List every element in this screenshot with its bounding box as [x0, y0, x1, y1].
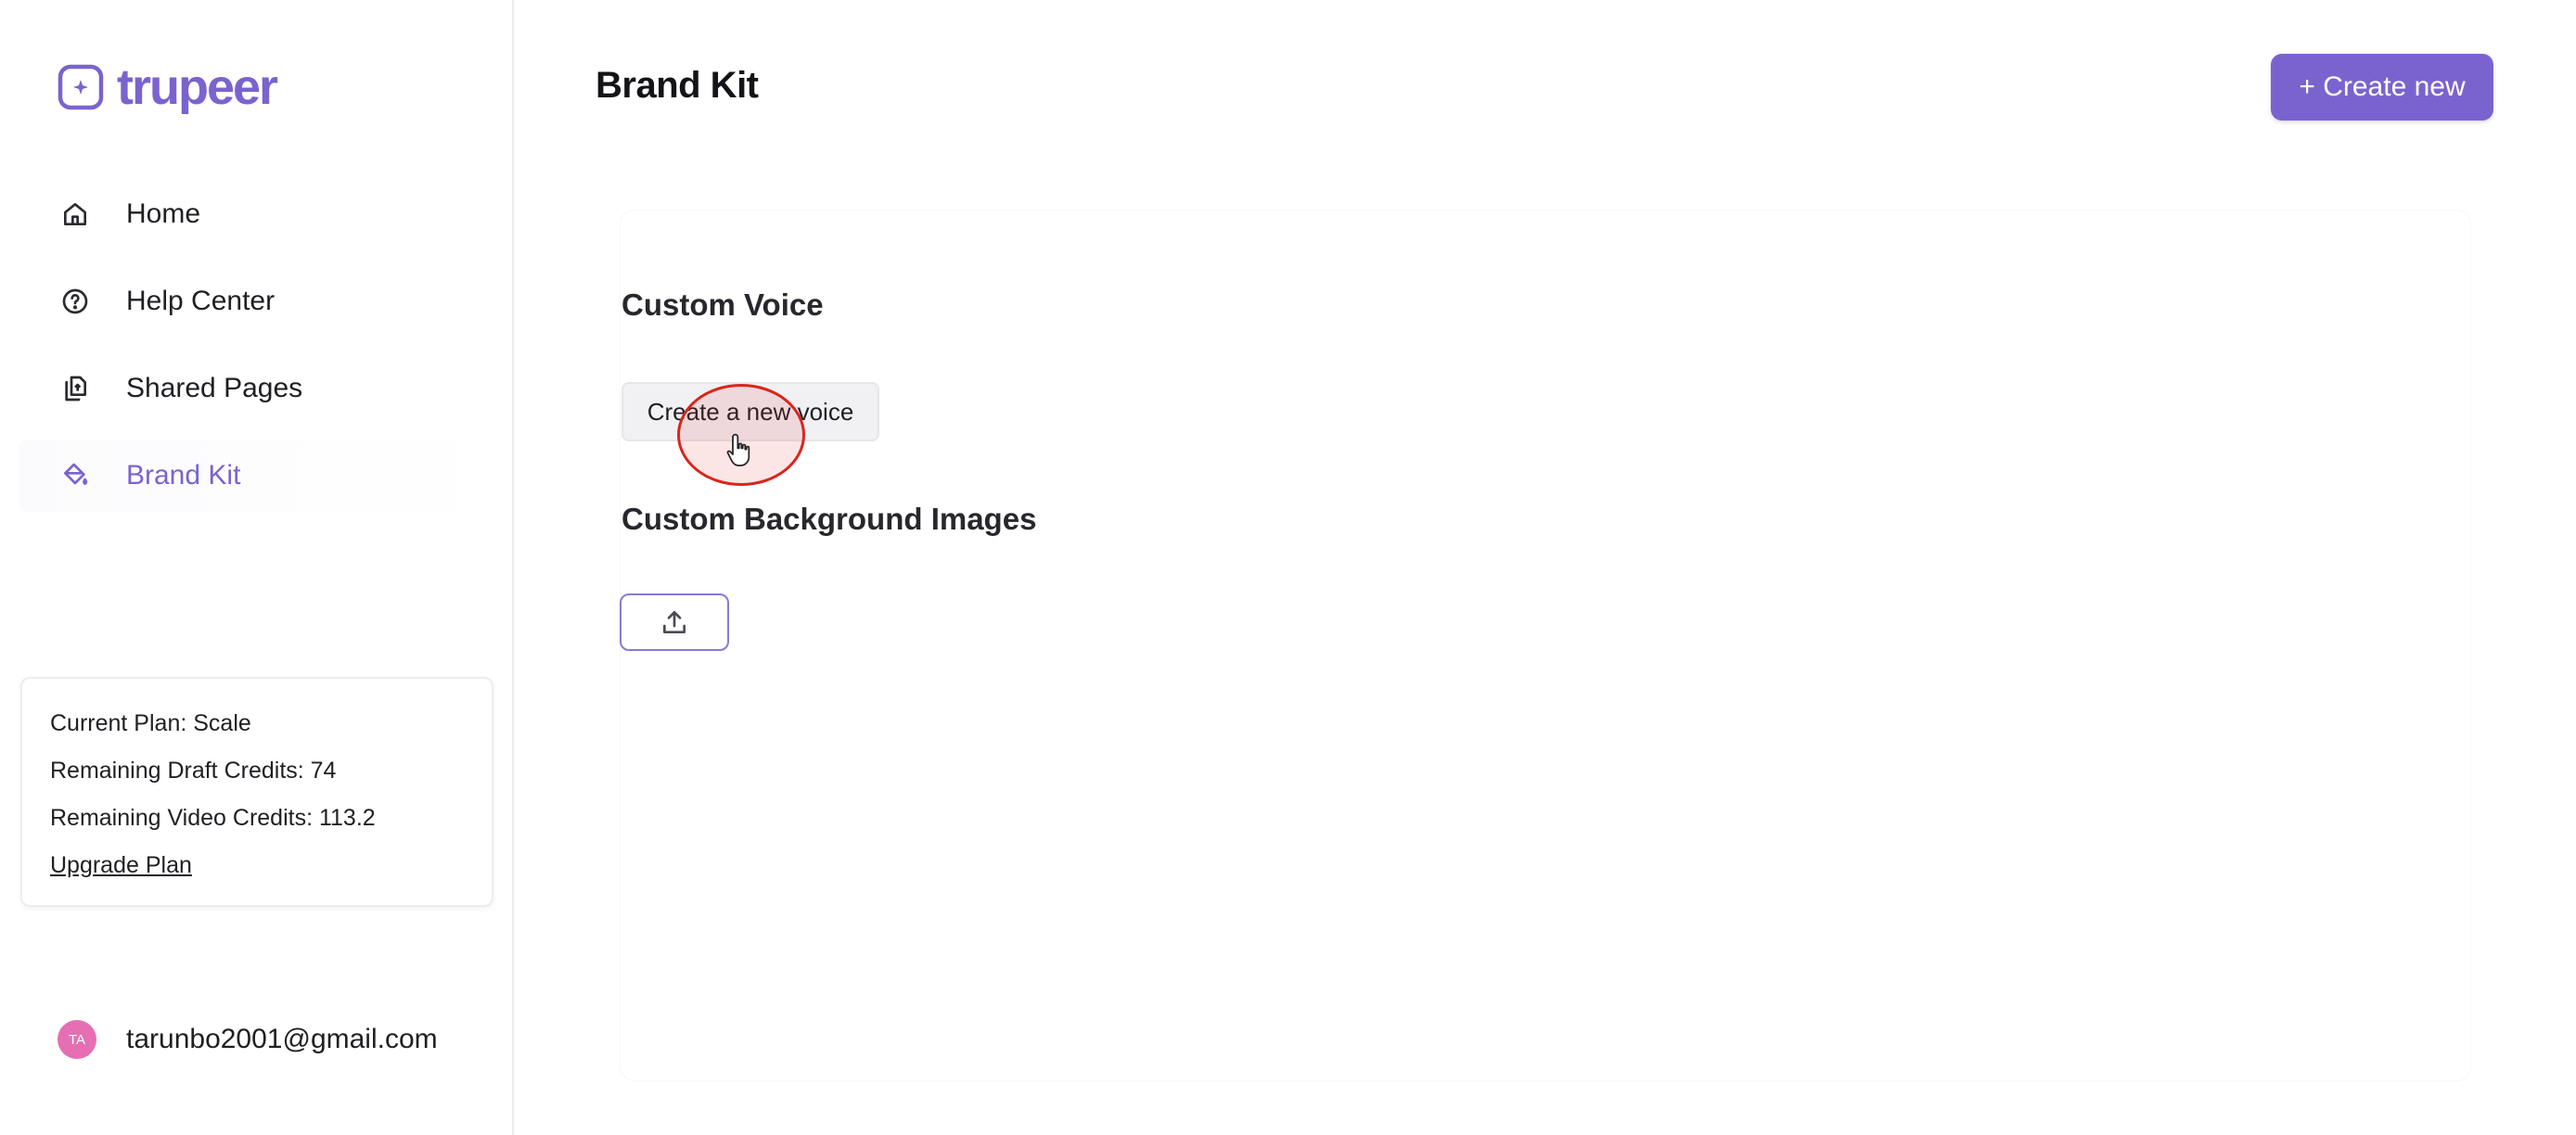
sidebar: trupeer Home Help Center Shared Pages Br…	[0, 0, 514, 1135]
help-circle-icon	[59, 286, 91, 317]
sidebar-item-label: Shared Pages	[126, 373, 303, 403]
sidebar-item-label: Help Center	[126, 286, 276, 316]
create-new-voice-button[interactable]: Create a new voice	[622, 382, 879, 441]
plan-card: Current Plan: Scale Remaining Draft Cred…	[20, 677, 493, 907]
sidebar-item-shared-pages[interactable]: Shared Pages	[19, 352, 493, 425]
paint-bucket-icon	[59, 460, 91, 491]
sidebar-item-brand-kit[interactable]: Brand Kit	[19, 440, 493, 512]
brand-kit-panel	[620, 210, 2471, 1081]
shared-pages-icon	[59, 373, 91, 404]
custom-voice-title: Custom Voice	[622, 287, 824, 322]
upgrade-plan-link[interactable]: Upgrade Plan	[50, 852, 192, 878]
sidebar-item-label: Brand Kit	[126, 460, 241, 491]
sidebar-item-label: Home	[126, 198, 201, 229]
draft-credits-text: Remaining Draft Credits: 74	[50, 758, 337, 784]
current-plan-text: Current Plan: Scale	[50, 710, 251, 736]
logo-text: trupeer	[117, 59, 278, 115]
page-title: Brand Kit	[596, 65, 759, 106]
custom-background-images-title: Custom Background Images	[622, 502, 1037, 536]
video-credits-text: Remaining Video Credits: 113.2	[50, 805, 376, 831]
user-profile[interactable]: TA tarunbo2001@gmail.com	[58, 1020, 438, 1059]
upload-background-button[interactable]	[620, 593, 729, 651]
app-window: trupeer Home Help Center Shared Pages Br…	[0, 0, 2576, 1135]
create-new-button[interactable]: + Create new	[2271, 54, 2493, 121]
sidebar-item-home[interactable]: Home	[19, 178, 493, 250]
logo-icon	[58, 64, 104, 110]
logo[interactable]: trupeer	[58, 57, 278, 117]
sidebar-item-help-center[interactable]: Help Center	[19, 265, 493, 338]
upload-icon	[663, 611, 686, 633]
home-icon	[59, 198, 91, 230]
sidebar-nav: Home Help Center Shared Pages Brand Kit	[19, 178, 493, 527]
user-email: tarunbo2001@gmail.com	[126, 1024, 438, 1054]
avatar: TA	[58, 1020, 96, 1059]
